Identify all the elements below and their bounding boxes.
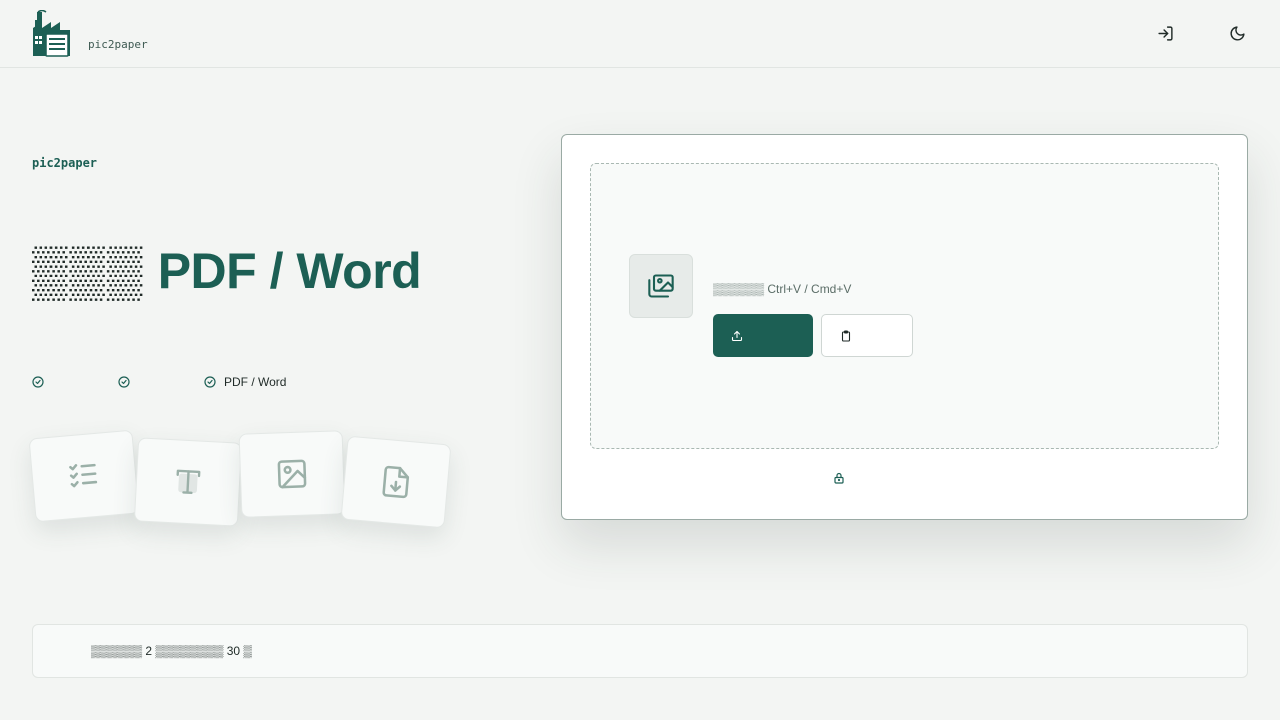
factory-logo-icon bbox=[33, 10, 70, 57]
feature-list: PDF / Word bbox=[32, 375, 286, 389]
images-icon bbox=[648, 274, 674, 298]
usage-notice: ▒▒▒▒▒▒ 2 ▒▒▒▒▒▒▒▒ 30 ▒ bbox=[32, 624, 1248, 678]
brand[interactable]: pic2paper bbox=[32, 10, 148, 58]
hero-title-suffix: PDF / Word bbox=[157, 243, 422, 299]
usage-notice-text: ▒▒▒▒▒▒ 2 ▒▒▒▒▒▒▒▒ 30 ▒ bbox=[91, 644, 252, 658]
feature-item: PDF / Word bbox=[204, 375, 286, 389]
upload-dropzone[interactable]: ▒▒▒▒▒▒ Ctrl+V / Cmd+V bbox=[590, 163, 1219, 449]
checklist-icon bbox=[69, 463, 98, 488]
feature-tile-checklist bbox=[28, 429, 140, 523]
brand-name: pic2paper bbox=[88, 38, 148, 51]
check-circle-icon bbox=[32, 376, 44, 388]
login-icon bbox=[1157, 25, 1173, 41]
login-button[interactable] bbox=[1154, 22, 1176, 44]
check-circle-icon bbox=[204, 376, 216, 388]
hero-title-prefix: ▒▒▒ bbox=[32, 243, 145, 299]
check-circle-icon bbox=[118, 376, 130, 388]
text-icon bbox=[176, 469, 201, 495]
file-download-icon bbox=[382, 465, 410, 499]
paste-hint: ▒▒▒▒▒▒ Ctrl+V / Cmd+V bbox=[713, 282, 852, 296]
image-icon bbox=[277, 459, 307, 489]
feature-item bbox=[118, 375, 204, 389]
clipboard-icon bbox=[841, 329, 851, 342]
hero-title: ▒▒▒ PDF / Word bbox=[32, 242, 422, 300]
theme-toggle-button[interactable] bbox=[1226, 22, 1248, 44]
hero-eyebrow: pic2paper bbox=[32, 156, 98, 170]
image-placeholder bbox=[629, 254, 693, 318]
lock-icon bbox=[834, 472, 844, 484]
feature-tile-text bbox=[133, 437, 243, 527]
top-bar: pic2paper bbox=[0, 0, 1280, 68]
feature-item bbox=[32, 375, 118, 389]
moon-icon bbox=[1230, 25, 1245, 40]
feature-tile-download bbox=[340, 435, 452, 529]
feature-tile-image bbox=[238, 430, 346, 518]
upload-card: ▒▒▒▒▒▒ Ctrl+V / Cmd+V bbox=[561, 134, 1248, 520]
feature-label: PDF / Word bbox=[224, 375, 287, 389]
paste-button[interactable] bbox=[821, 314, 913, 357]
upload-icon bbox=[731, 330, 743, 341]
upload-button[interactable] bbox=[713, 314, 813, 357]
